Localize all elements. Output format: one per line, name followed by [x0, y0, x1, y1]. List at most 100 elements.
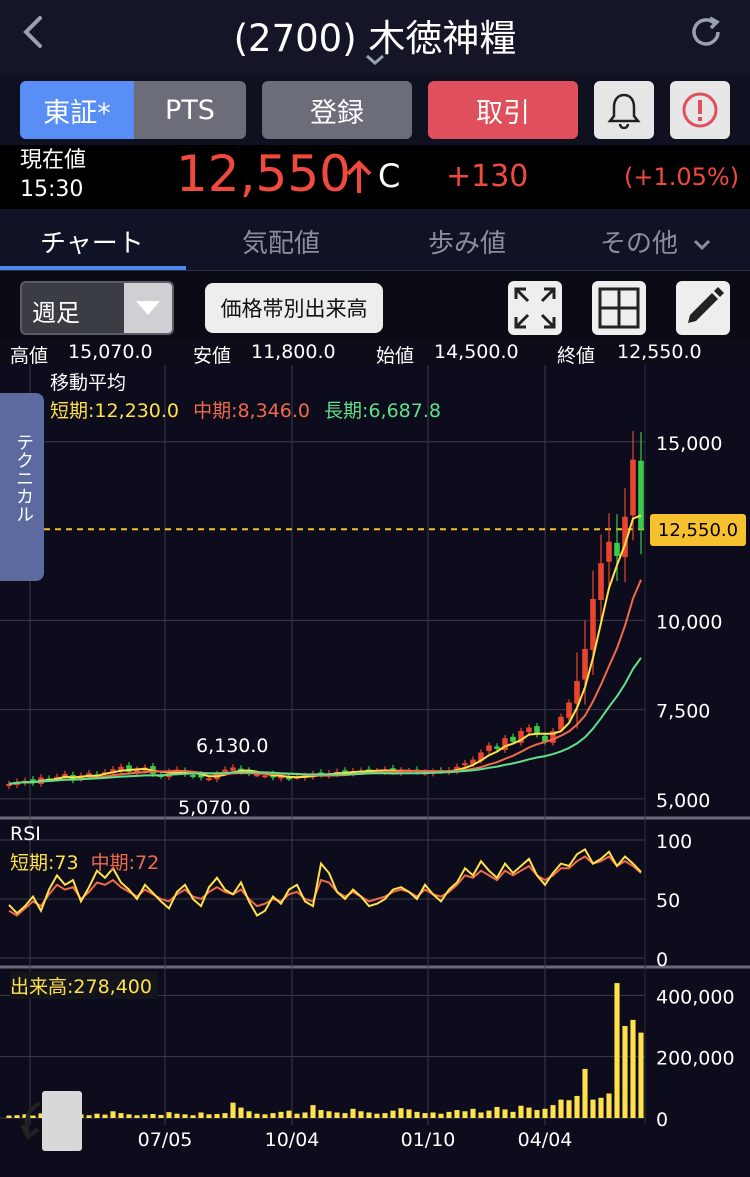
volume-bar [558, 1099, 564, 1118]
toolbar: 東証* PTS 登録 取引 [0, 75, 750, 145]
draw-button[interactable] [676, 281, 730, 335]
volume-bar [110, 1111, 116, 1118]
volume-bar [462, 1111, 468, 1118]
volume-axis-tick: 400,000 [656, 986, 735, 1008]
candle-body [526, 727, 532, 733]
stock-chart[interactable]: 15,000 10,000 7,500 5,000 100 50 0 400,000 200,0… [0, 365, 750, 1177]
volume-bar [6, 1115, 12, 1118]
volume-bar [406, 1109, 412, 1118]
rsi-mid: 中期:72 [90, 852, 160, 874]
alert-button[interactable] [594, 81, 654, 139]
volume-bar [486, 1110, 492, 1118]
volume-bar [294, 1113, 300, 1118]
volume-bar [430, 1112, 436, 1118]
volume-bar [14, 1115, 20, 1118]
candle-body [190, 775, 196, 777]
x-axis-tick: 01/10 [401, 1129, 456, 1151]
open-value: 14,500.0 [434, 341, 519, 363]
ma-title: 移動平均 [50, 372, 127, 394]
volume-bar [614, 983, 620, 1118]
price-row: 現在値 15:30 12,550 C +130 (+1.05%) [0, 145, 750, 209]
ma-long: 長期:6,687.8 [324, 400, 441, 422]
volume-profile-button[interactable]: 価格帯別出来高 [205, 283, 383, 333]
register-button[interactable]: 登録 [262, 81, 412, 139]
volume-bar [598, 1097, 604, 1118]
volume-bar [350, 1108, 356, 1118]
chevron-down-icon[interactable] [362, 52, 388, 68]
volume-bar [102, 1114, 108, 1118]
rsi-title: RSI [10, 823, 41, 845]
refresh-icon[interactable] [686, 12, 726, 52]
volume-bar [254, 1113, 260, 1118]
volume-bar [142, 1114, 148, 1118]
candle-body [494, 746, 500, 749]
technical-panel-tab[interactable]: テクニカル [0, 393, 44, 581]
volume-bar [318, 1110, 324, 1118]
chart-area[interactable]: 15,000 10,000 7,500 5,000 100 50 0 400,000 200,0… [0, 365, 750, 1177]
candle-body [638, 460, 644, 530]
volume-title: 出来高:278,400 [10, 972, 158, 999]
candle-body [566, 702, 572, 718]
tab-quotes[interactable]: 気配値 [242, 223, 320, 260]
volume-bar [134, 1115, 140, 1118]
triangle-down-icon [136, 301, 160, 315]
volume-bar [310, 1105, 316, 1118]
moving-average-line [8, 514, 642, 785]
x-axis-tick: 04/04 [518, 1129, 573, 1151]
technical-label: テクニカル [13, 433, 34, 523]
rsi-axis-tick: 0 [656, 949, 668, 971]
volume-bar [206, 1114, 212, 1118]
arrow-up-icon [346, 160, 372, 193]
volume-axis-tick: 200,000 [656, 1048, 735, 1070]
candle-body [262, 775, 268, 778]
tab-ticks[interactable]: 歩み値 [428, 223, 506, 260]
price-change-pct: (+1.05%) [624, 163, 740, 191]
price-axis-tick: 5,000 [656, 790, 710, 812]
trade-button[interactable]: 取引 [428, 81, 578, 139]
volume-bar [158, 1114, 164, 1118]
candle-body [510, 736, 516, 742]
high-value: 15,070.0 [68, 341, 153, 363]
volume-bar [230, 1102, 236, 1118]
volume-bar [550, 1105, 556, 1118]
volume-bar [118, 1113, 124, 1118]
price-annotation: 6,130.0 [196, 735, 269, 757]
dropdown-arrow [124, 283, 172, 333]
period-select[interactable]: 週足 [20, 281, 174, 335]
low-label: 安値 [193, 345, 232, 367]
volume-bar [366, 1112, 372, 1118]
price-flag: C [378, 157, 401, 195]
volume-bar [358, 1111, 364, 1118]
volume-bar [534, 1110, 540, 1118]
x-axis-tick: 07/05 [138, 1129, 193, 1151]
expand-icon [514, 287, 556, 329]
last-price-tag: 12,550.0 [650, 514, 746, 546]
fullscreen-button[interactable] [508, 281, 562, 335]
layout-button[interactable] [592, 281, 646, 335]
open-label: 始値 [376, 345, 415, 367]
price-time: 15:30 [20, 177, 84, 202]
volume-bar [414, 1111, 420, 1118]
volume-bar [566, 1100, 572, 1118]
grid-icon [598, 287, 640, 329]
rsi-axis-tick: 100 [656, 831, 692, 853]
volume-bar [166, 1112, 172, 1118]
volume-bar [342, 1113, 348, 1118]
volume-bar [454, 1110, 460, 1118]
reset-zoom-icon[interactable] [20, 1089, 84, 1153]
volume-bar [582, 1068, 588, 1118]
volume-bar [390, 1110, 396, 1118]
volume-bar [278, 1111, 284, 1118]
volume-bar [542, 1108, 548, 1118]
tab-other[interactable]: その他 [600, 223, 712, 260]
candle-body [206, 778, 212, 781]
active-tab-indicator [0, 266, 186, 270]
market-tab-pts[interactable]: PTS [134, 81, 246, 139]
market-tab-tosho[interactable]: 東証* [20, 81, 134, 139]
pencil-icon [688, 287, 724, 323]
tab-chart[interactable]: チャート [40, 223, 144, 260]
volume-bar [126, 1114, 132, 1118]
volume-bar [198, 1112, 204, 1118]
info-button[interactable] [670, 81, 730, 139]
volume-bar [94, 1113, 100, 1118]
